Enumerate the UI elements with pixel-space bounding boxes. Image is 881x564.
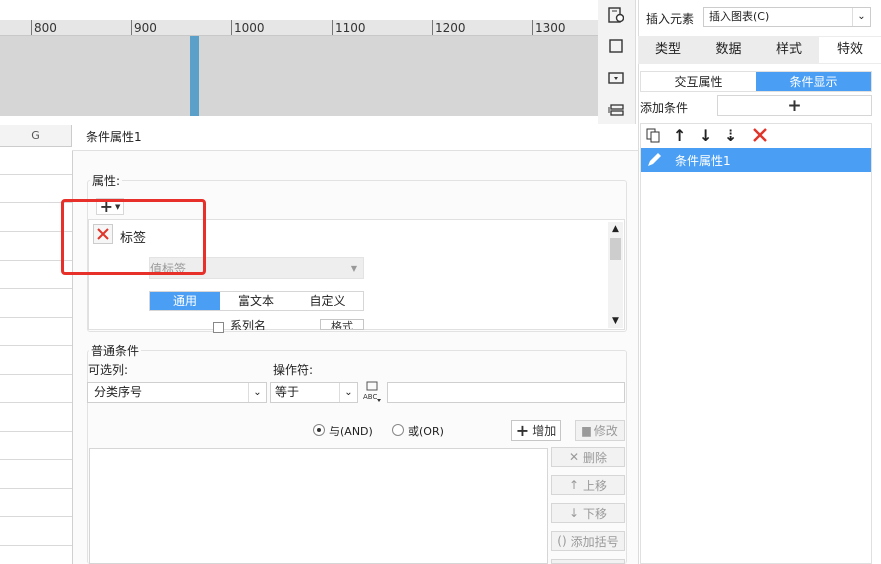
modify-button[interactable]: ▆ 修改 — [575, 420, 625, 441]
edit-icon: ▆ — [582, 424, 591, 437]
bracket-icon: () — [557, 534, 567, 548]
subtab-interaction[interactable]: 交互属性 — [641, 72, 756, 91]
chevron-down-icon: ⌄ — [852, 8, 870, 26]
condition-list-panel — [640, 123, 872, 564]
scroll-up-icon[interactable]: ▲ — [608, 222, 623, 236]
tab-type[interactable]: 类型 — [638, 37, 698, 63]
arrow-down-icon: ↓ — [568, 506, 580, 520]
or-radio[interactable] — [392, 424, 404, 436]
dialog-title: 条件属性1 — [72, 124, 638, 151]
ruler-tick: 1000 — [231, 20, 265, 35]
subtab-general[interactable]: 通用 — [150, 292, 220, 310]
list-item-label: 条件属性1 — [675, 154, 731, 168]
svg-text:ABC: ABC — [363, 393, 377, 401]
close-icon: ✕ — [568, 450, 580, 464]
more-button[interactable] — [551, 559, 625, 564]
design-canvas[interactable] — [0, 36, 598, 116]
ruler-tick: 1100 — [332, 20, 366, 35]
move-up-button[interactable]: ↑ 上移 — [551, 475, 625, 495]
operator-label: 操作符: — [273, 363, 314, 377]
ruler-tick: 800 — [31, 20, 57, 35]
highlight-box — [61, 199, 206, 275]
delete-icon[interactable] — [752, 127, 768, 143]
move-up-icon[interactable]: ↑ — [673, 126, 686, 145]
plus-icon: + — [787, 95, 802, 116]
ruler-tick: 900 — [131, 20, 157, 35]
series-name-label: 系列名 — [230, 319, 267, 330]
horizontal-ruler: 800 900 1000 1100 1200 1300 — [0, 20, 598, 36]
layer-icon[interactable] — [608, 102, 624, 118]
pencil-icon — [645, 151, 663, 169]
widget-icon[interactable] — [608, 70, 624, 86]
delete-button[interactable]: ✕ 删除 — [551, 447, 625, 467]
cell-element-icon[interactable] — [608, 38, 624, 54]
tab-data[interactable]: 数据 — [698, 37, 759, 63]
series-name-checkbox[interactable] — [213, 322, 224, 333]
tab-effects[interactable]: 特效 — [819, 37, 881, 63]
and-radio[interactable] — [313, 424, 325, 436]
add-condition-button[interactable]: + 增加 — [511, 420, 561, 441]
subtab-condition-display[interactable]: 条件显示 — [756, 72, 871, 91]
label-subtabs: 通用 富文本 自定义 — [149, 291, 364, 311]
chevron-down-icon: ⌄ — [339, 383, 357, 402]
chevron-down-icon: ⌄ — [248, 383, 266, 402]
move-down-button[interactable]: ↓ 下移 — [551, 503, 625, 523]
add-bracket-button[interactable]: () 添加括号 — [551, 531, 625, 551]
condition-list[interactable] — [89, 448, 548, 564]
arrow-up-icon: ↑ — [568, 478, 580, 492]
column-select[interactable]: 分类序号 ⌄ — [87, 382, 267, 403]
add-condition-label: 添加条件 — [640, 101, 689, 115]
top-toolbar-area — [0, 0, 598, 20]
plus-icon: + — [515, 421, 530, 440]
move-down-icon[interactable]: ↓ — [699, 126, 712, 145]
operator-select[interactable]: 等于 ⌄ — [270, 382, 358, 403]
attribute-group-label: 属性: — [90, 172, 123, 189]
tab-style[interactable]: 样式 — [759, 37, 819, 63]
insert-element-select[interactable]: 插入图表(C) ⌄ — [703, 7, 871, 27]
or-label: 或(OR) — [408, 425, 444, 438]
condition-value-input[interactable] — [387, 382, 625, 403]
scroll-down-icon[interactable]: ▼ — [608, 314, 623, 328]
copy-icon[interactable] — [645, 127, 663, 143]
move-bottom-icon[interactable]: ⇣ — [724, 126, 737, 145]
tool-strip — [598, 0, 636, 124]
chart-property-icon[interactable] — [608, 7, 625, 23]
format-button[interactable]: 格式 — [320, 319, 364, 330]
and-label: 与(AND) — [329, 425, 373, 438]
common-condition-label: 普通条件 — [89, 342, 142, 359]
attribute-scrollbar[interactable]: ▲ ▼ — [608, 222, 623, 328]
value-type-icon[interactable]: ABC — [362, 381, 384, 403]
effects-subtabs: 交互属性 条件显示 — [640, 71, 872, 92]
scrollbar-thumb[interactable] — [610, 238, 621, 260]
column-label: 可选列: — [88, 363, 129, 377]
chevron-down-icon: ▼ — [350, 264, 357, 273]
insert-element-label: 插入元素 — [646, 12, 695, 26]
subtab-custom[interactable]: 自定义 — [292, 292, 363, 310]
ruler-tick: 1300 — [532, 20, 566, 35]
column-marker[interactable] — [190, 36, 199, 116]
subtab-rich-text[interactable]: 富文本 — [220, 292, 292, 310]
column-header[interactable]: G — [0, 125, 72, 147]
add-condition-plus-button[interactable]: + — [717, 95, 872, 116]
ruler-tick: 1200 — [432, 20, 466, 35]
